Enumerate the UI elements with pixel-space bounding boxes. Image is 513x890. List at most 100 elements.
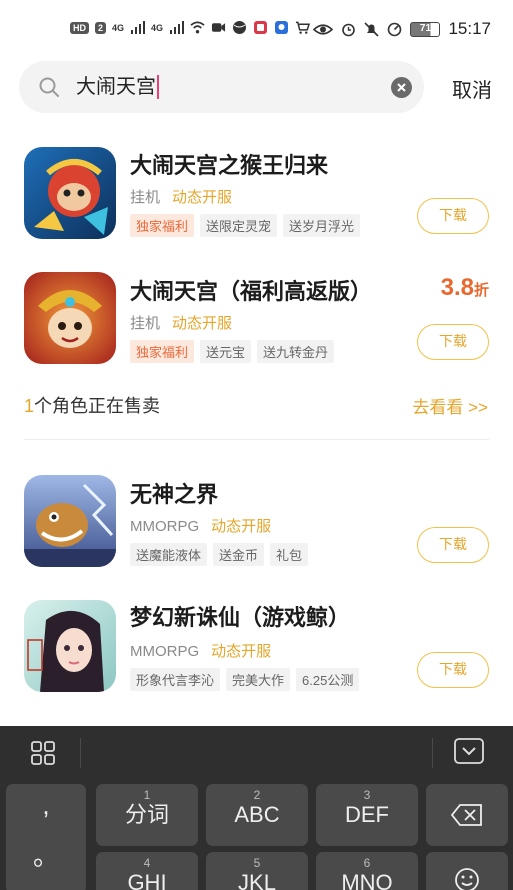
alarm-icon (342, 23, 356, 36)
role-sale-info: 1个角色正在售卖 (24, 392, 160, 418)
app-title: 大闹天宫之猴王归来 (130, 153, 329, 178)
status-bar: HD 2 4G 4G 71 15:17 (0, 0, 513, 62)
battery-indicator: 71 (410, 21, 441, 37)
key-5[interactable]: 5 JKL (206, 852, 308, 890)
search-bar[interactable]: 大闹天宫 (19, 61, 424, 113)
search-icon (39, 77, 59, 97)
app-meta: MMORPG 动态开服 (130, 515, 271, 536)
signal-icon (131, 21, 146, 34)
cart-icon (295, 21, 311, 34)
app-category: 挂机 (130, 315, 161, 332)
key-6[interactable]: 6 MNO (316, 852, 418, 890)
emoji-key[interactable] (426, 852, 508, 890)
app-icon-monkey-warrior[interactable] (24, 272, 116, 364)
download-button[interactable]: 下载 (417, 324, 489, 360)
view-roles-link[interactable]: 去看看 >> (412, 393, 488, 418)
key-number: 3 (363, 788, 371, 802)
comma-key[interactable]: , (6, 790, 86, 821)
cancel-button[interactable]: 取消 (452, 74, 492, 103)
key-number: 2 (253, 788, 261, 802)
network-label-2: 4G (151, 22, 164, 33)
download-button[interactable]: 下载 (417, 198, 489, 234)
app-title: 无神之界 (130, 482, 219, 507)
discount-label: 3.8折 (441, 274, 489, 302)
toolbar-divider (432, 738, 433, 768)
app-open-status: 动态开服 (211, 643, 272, 660)
app-tags: 独家福利 送限定灵宠 送岁月浮光 (130, 214, 361, 237)
app-item[interactable]: 大闹天宫（福利高返版） 3.8折 挂机 动态开服 独家福利 送元宝 送九转金丹 下… (0, 272, 513, 382)
divider (24, 439, 489, 440)
key-3[interactable]: 3 DEF (316, 784, 418, 846)
app-open-status: 动态开服 (172, 189, 233, 206)
text-cursor (157, 75, 159, 99)
app-red-icon (254, 21, 268, 34)
eye-icon (313, 23, 334, 35)
discount-unit: 折 (473, 282, 489, 299)
tag: 送岁月浮光 (283, 214, 361, 237)
key-label: DEF (345, 802, 389, 827)
app-title: 大闹天宫（福利高返版） (130, 279, 373, 304)
download-button[interactable]: 下载 (417, 527, 489, 563)
app-meta: 挂机 动态开服 (130, 186, 232, 207)
tag: 送九转金丹 (257, 340, 335, 363)
hide-keyboard-icon[interactable] (454, 738, 484, 764)
toolbar-divider (80, 738, 81, 768)
key-label: MNO (341, 870, 393, 890)
app-tags: 送魔能液体 送金币 礼包 (130, 543, 309, 566)
key-1[interactable]: 1 分词 (96, 784, 198, 846)
tag: 礼包 (270, 543, 309, 566)
app-tags: 形象代言李沁 完美大作 6.25公测 (130, 668, 360, 691)
keyboard: , 。 1 分词 2 ABC 3 DEF 4 GHI 5 JKL 6 MNO (0, 726, 513, 890)
app-item[interactable]: 大闹天宫之猴王归来 挂机 动态开服 独家福利 送限定灵宠 送岁月浮光 下载 (0, 146, 513, 256)
tag: 送魔能液体 (130, 543, 208, 566)
network-label-1: 4G (112, 22, 125, 33)
tag-hot: 独家福利 (130, 340, 195, 363)
key-number: 1 (143, 788, 151, 802)
backspace-icon (450, 804, 482, 826)
key-number: 5 (253, 856, 261, 870)
tag: 形象代言李沁 (130, 668, 221, 691)
key-label: ABC (234, 802, 280, 827)
grid-menu-icon[interactable] (30, 740, 56, 766)
tag: 6.25公测 (296, 668, 360, 691)
wifi-icon (190, 21, 205, 34)
backspace-key[interactable] (426, 784, 508, 846)
download-button[interactable]: 下载 (417, 652, 489, 688)
tag: 送元宝 (200, 340, 252, 363)
app-icon-creature[interactable] (24, 475, 116, 567)
tag: 完美大作 (226, 668, 291, 691)
search-query: 大闹天宫 (76, 76, 156, 98)
app-icon-monkey-king[interactable] (24, 147, 116, 239)
key-label: GHI (127, 870, 167, 890)
role-count: 1 (24, 396, 35, 416)
punctuation-column: , 。 (6, 784, 86, 890)
clear-search-button[interactable] (391, 77, 412, 98)
app-tags: 独家福利 送元宝 送九转金丹 (130, 340, 335, 363)
app-item[interactable]: 梦幻新诛仙（游戏鲸） MMORPG 动态开服 形象代言李沁 完美大作 6.25公测… (0, 600, 513, 710)
app-icon-heroine[interactable] (24, 600, 116, 692)
app-meta: 挂机 动态开服 (130, 312, 232, 333)
key-4[interactable]: 4 GHI (96, 852, 198, 890)
search-input[interactable]: 大闹天宫 (76, 75, 159, 99)
hd-badge: HD (70, 21, 89, 34)
status-left: HD 2 4G 4G (70, 20, 311, 35)
key-number: 6 (363, 856, 371, 870)
app-category: MMORPG (130, 643, 200, 660)
close-icon (397, 83, 406, 92)
app-open-status: 动态开服 (172, 315, 233, 332)
app-title: 梦幻新诛仙（游戏鲸） (130, 605, 351, 630)
signal-icon-2 (170, 21, 185, 34)
role-sale-text: 个角色正在售卖 (34, 396, 161, 416)
period-key[interactable]: 。 (6, 836, 86, 873)
app-meta: MMORPG 动态开服 (130, 640, 271, 661)
app-category: 挂机 (130, 189, 161, 206)
app-item[interactable]: 无神之界 MMORPG 动态开服 送魔能液体 送金币 礼包 下载 (0, 475, 513, 585)
key-2[interactable]: 2 ABC (206, 784, 308, 846)
keyboard-toolbar (0, 726, 513, 780)
key-label: JKL (238, 870, 276, 890)
key-label: 分词 (124, 802, 169, 827)
tag-hot: 独家福利 (130, 214, 195, 237)
ball-icon (233, 21, 247, 34)
sim-badge: 2 (95, 21, 107, 34)
app-category: MMORPG (130, 518, 200, 535)
